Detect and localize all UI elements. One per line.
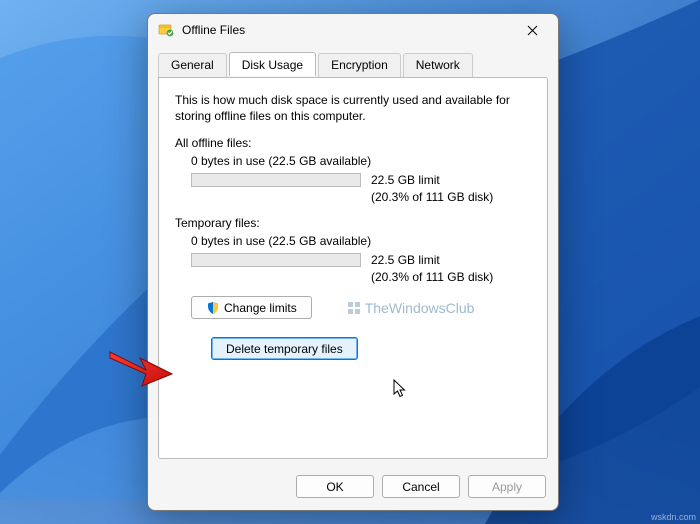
watermark-icon bbox=[347, 301, 361, 315]
all-offline-percent: (20.3% of 111 GB disk) bbox=[371, 190, 531, 204]
temp-progress bbox=[191, 253, 361, 267]
change-limits-button[interactable]: Change limits bbox=[191, 296, 312, 319]
offline-files-dialog: Offline Files General Disk Usage Encrypt… bbox=[147, 13, 559, 511]
panel-description: This is how much disk space is currently… bbox=[175, 92, 531, 124]
tabstrip: General Disk Usage Encryption Network bbox=[148, 46, 558, 77]
window-title: Offline Files bbox=[182, 23, 510, 37]
tab-disk-usage[interactable]: Disk Usage bbox=[229, 52, 316, 76]
apply-button[interactable]: Apply bbox=[468, 475, 546, 498]
all-offline-limit: 22.5 GB limit bbox=[371, 173, 440, 187]
offline-files-icon bbox=[158, 22, 174, 38]
watermark: TheWindowsClub bbox=[347, 300, 475, 316]
all-offline-usage: 0 bytes in use (22.5 GB available) bbox=[191, 154, 531, 168]
tab-general[interactable]: General bbox=[158, 53, 227, 77]
ok-button[interactable]: OK bbox=[296, 475, 374, 498]
temp-percent: (20.3% of 111 GB disk) bbox=[371, 270, 531, 284]
credit: wskdn.com bbox=[651, 512, 696, 522]
change-limits-label: Change limits bbox=[224, 301, 297, 315]
delete-temp-label: Delete temporary files bbox=[226, 342, 343, 356]
delete-temporary-files-button[interactable]: Delete temporary files bbox=[211, 337, 358, 360]
all-offline-progress bbox=[191, 173, 361, 187]
close-button[interactable] bbox=[510, 15, 554, 45]
dialog-buttons: OK Cancel Apply bbox=[148, 467, 558, 510]
cancel-button[interactable]: Cancel bbox=[382, 475, 460, 498]
temp-limit: 22.5 GB limit bbox=[371, 253, 440, 267]
titlebar: Offline Files bbox=[148, 14, 558, 46]
disk-usage-panel: This is how much disk space is currently… bbox=[158, 77, 548, 459]
tab-network[interactable]: Network bbox=[403, 53, 473, 77]
all-offline-label: All offline files: bbox=[175, 136, 531, 150]
shield-icon bbox=[206, 301, 220, 315]
temp-usage: 0 bytes in use (22.5 GB available) bbox=[191, 234, 531, 248]
tab-encryption[interactable]: Encryption bbox=[318, 53, 401, 77]
temp-label: Temporary files: bbox=[175, 216, 531, 230]
